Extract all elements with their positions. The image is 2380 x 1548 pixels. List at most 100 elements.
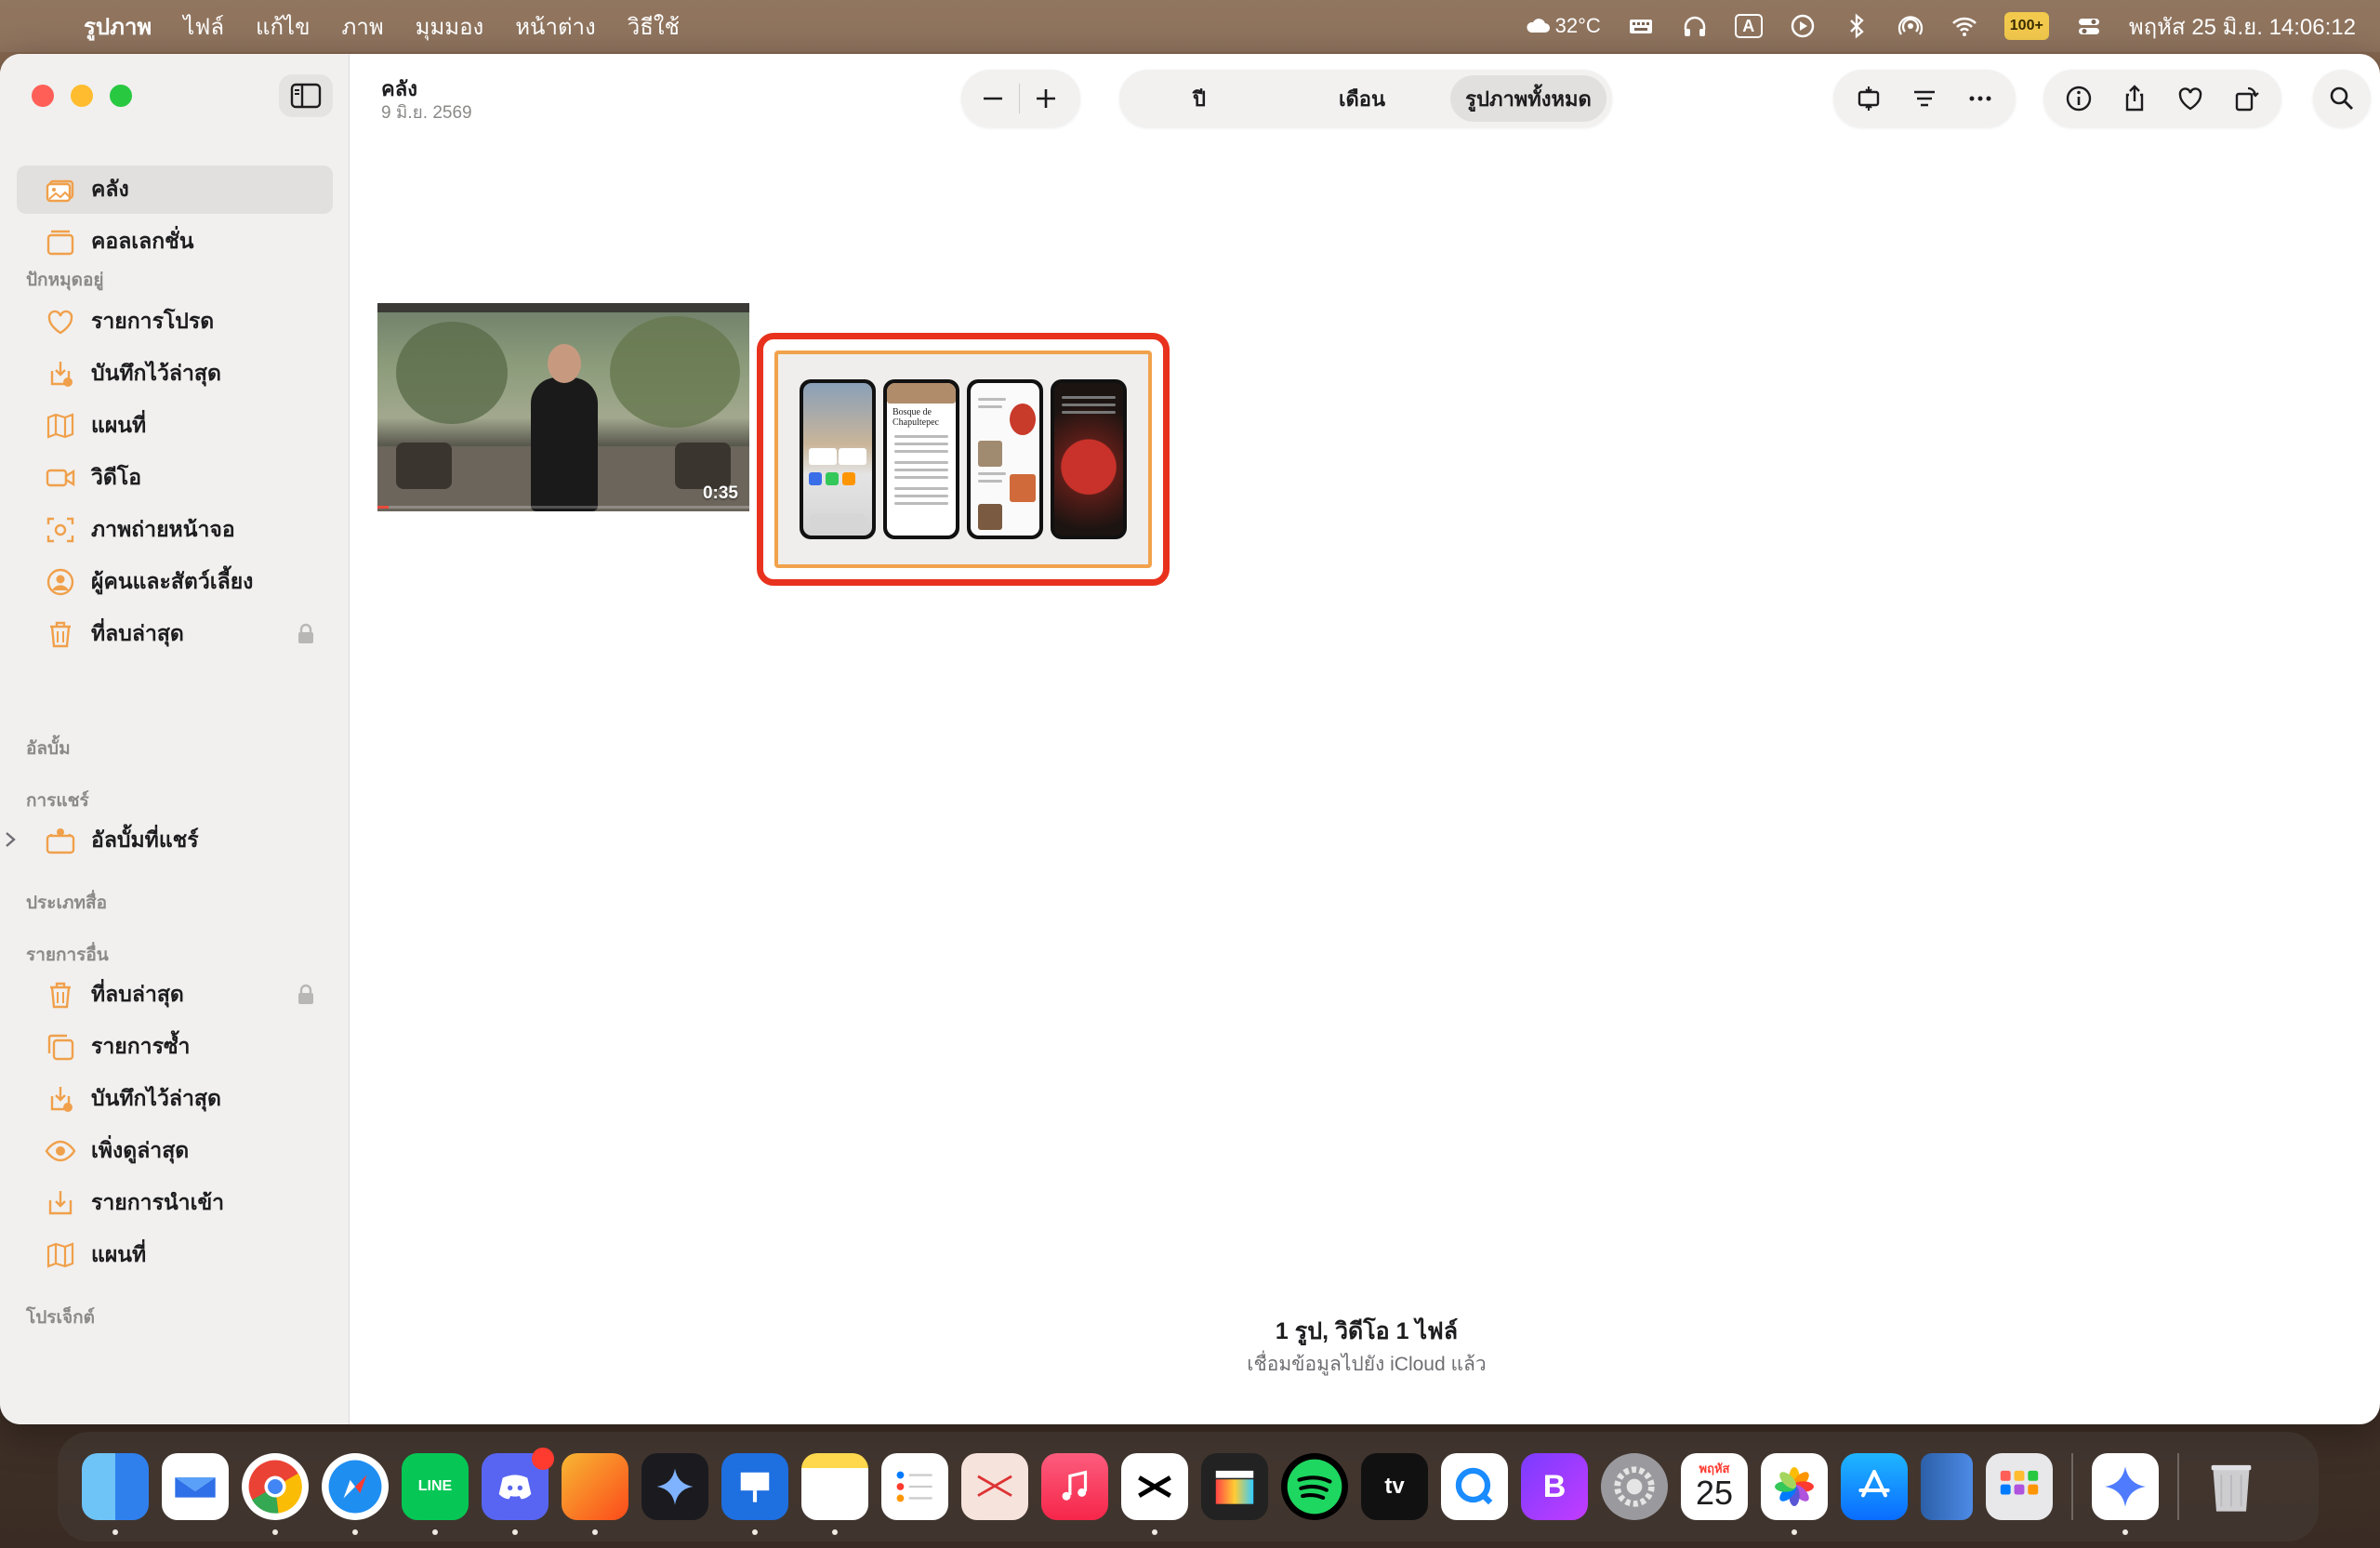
now-playing-icon[interactable]	[1789, 12, 1817, 40]
control-center-icon[interactable]	[2075, 12, 2103, 40]
info-button[interactable]	[2053, 73, 2105, 125]
menu-image[interactable]: ภาพ	[342, 8, 384, 45]
notification-badge	[532, 1448, 554, 1470]
pages-icon[interactable]	[562, 1453, 628, 1535]
mail-icon[interactable]	[162, 1453, 229, 1520]
section-header-other[interactable]: รายการอื่น	[26, 941, 109, 969]
zoom-in-button[interactable]	[1020, 73, 1072, 125]
keyboard-status-icon[interactable]	[1627, 12, 1655, 40]
zoom-button[interactable]	[110, 85, 132, 107]
capcut-icon[interactable]	[1121, 1453, 1188, 1535]
share-button[interactable]	[2109, 73, 2161, 125]
sidebar-item-label: รายการโปรด	[91, 309, 215, 333]
photos-icon[interactable]	[1761, 1453, 1828, 1535]
keynote-icon[interactable]	[721, 1453, 788, 1535]
menu-edit[interactable]: แก้ไข	[256, 8, 310, 45]
sidebar-item-favorites[interactable]: รายการโปรด	[17, 298, 333, 346]
chevron-right-icon[interactable]	[2, 829, 19, 850]
sidebar-item-recently-viewed[interactable]: เพิ่งดูล่าสุด	[17, 1127, 333, 1175]
sidebar-item-library[interactable]: คลัง	[17, 165, 333, 214]
sidebar-item-shared-albums[interactable]: อัลบั้มที่แชร์	[6, 816, 333, 865]
headphones-icon[interactable]	[1681, 12, 1709, 40]
safari-icon[interactable]	[322, 1453, 389, 1535]
view-segmented-control: ปี เดือน รูปภาพทั้งหมด	[1119, 70, 1612, 127]
search-icon	[2330, 86, 2353, 110]
section-header-albums[interactable]: อัลบั้ม	[26, 734, 71, 762]
recently-saved-icon	[45, 358, 76, 390]
section-header-media-types[interactable]: ประเภทสื่อ	[26, 889, 107, 917]
aspect-ratio-button[interactable]	[1843, 73, 1895, 125]
close-button[interactable]	[32, 85, 54, 107]
segment-years[interactable]: ปี	[1125, 75, 1274, 122]
battery-indicator[interactable]: 100+	[2003, 12, 2049, 40]
sidebar-item-map-2[interactable]: แผนที่	[17, 1231, 333, 1279]
sidebar-item-recently-saved[interactable]: บันทึกไว้ล่าสุด	[17, 350, 333, 398]
notes-icon[interactable]	[801, 1453, 868, 1535]
menu-view[interactable]: มุมมอง	[416, 8, 484, 45]
zoom-out-button[interactable]	[967, 73, 1019, 125]
music-icon[interactable]	[1041, 1453, 1108, 1520]
sidebar-item-map[interactable]: แผนที่	[17, 402, 333, 450]
ai-assistant-icon[interactable]	[2092, 1453, 2159, 1535]
sidebar-item-label: คอลเลกชั่น	[91, 229, 194, 253]
bluetooth-icon[interactable]	[1843, 12, 1871, 40]
filter-icon	[1914, 90, 1935, 107]
running-indicator	[1152, 1529, 1157, 1535]
rotate-button[interactable]	[2220, 73, 2272, 125]
lock-icon	[298, 623, 313, 643]
menu-clock[interactable]: พฤหัส 25 มิ.ย. 14:06:12	[2129, 8, 2356, 45]
sidebar-item-recently-deleted-2[interactable]: ที่ลบล่าสุด	[17, 971, 333, 1019]
segment-all-photos[interactable]: รูปภาพทั้งหมด	[1450, 75, 1606, 122]
bbedit-icon[interactable]: B	[1521, 1453, 1588, 1520]
sidebar-item-recently-deleted[interactable]: ที่ลบล่าสุด	[17, 610, 333, 658]
wadai-icon[interactable]	[961, 1453, 1028, 1520]
chrome-icon[interactable]	[242, 1453, 309, 1535]
sidebar-item-imports[interactable]: รายการนำเข้า	[17, 1179, 333, 1227]
final-cut-icon[interactable]	[1201, 1453, 1268, 1520]
more-button[interactable]	[1954, 73, 2006, 125]
sidebar-item-screenshots[interactable]: ภาพถ่ายหน้าจอ	[17, 506, 333, 554]
apple-tv-icon[interactable]: tv	[1361, 1453, 1428, 1520]
favorite-button[interactable]	[2164, 73, 2216, 125]
quick-icon[interactable]	[1441, 1453, 1508, 1520]
files-icon[interactable]	[1921, 1453, 1973, 1520]
menu-help[interactable]: วิธีใช้	[628, 8, 680, 45]
sidebar-item-collections[interactable]: คอลเลกชั่น	[17, 218, 333, 266]
sidebar-item-label: รายการนำเข้า	[91, 1190, 225, 1214]
airdrop-icon[interactable]	[1897, 12, 1924, 40]
sidebar-item-label: รายการซ้ำ	[91, 1034, 191, 1058]
search-button[interactable]	[2313, 70, 2371, 127]
sidebar-toggle-button[interactable]	[279, 74, 333, 117]
collections-icon	[45, 226, 76, 258]
input-source-indicator[interactable]: A	[1734, 14, 1763, 38]
app-store-icon[interactable]	[1841, 1453, 1908, 1520]
minimize-button[interactable]	[71, 85, 93, 107]
section-header-pinned[interactable]: ปักหมุดอยู่	[26, 266, 104, 294]
menu-file[interactable]: ไฟล์	[183, 8, 224, 45]
system-settings-icon[interactable]	[1601, 1453, 1668, 1520]
sidebar-item-videos[interactable]: วิดีโอ	[17, 454, 333, 502]
discord-icon[interactable]	[482, 1448, 554, 1535]
trash-icon[interactable]	[2198, 1453, 2265, 1520]
menu-window[interactable]: หน้าต่าง	[515, 8, 595, 45]
sidebar-item-duplicates[interactable]: รายการซ้ำ	[17, 1023, 333, 1071]
gemini-icon[interactable]	[641, 1453, 708, 1520]
weather-status[interactable]: 32°C	[1524, 12, 1601, 40]
sidebar-item-recently-saved-2[interactable]: บันทึกไว้ล่าสุด	[17, 1075, 333, 1123]
menu-app-name[interactable]: รูปภาพ	[84, 8, 152, 45]
sidebar-item-people-pets[interactable]: ผู้คนและสัตว์เลี้ยง	[17, 558, 333, 606]
calendar-icon[interactable]: พฤหัส 25	[1681, 1453, 1748, 1520]
spotify-icon[interactable]	[1281, 1453, 1348, 1520]
wifi-icon[interactable]	[1950, 12, 1978, 40]
selected-photo-thumbnail[interactable]: Bosque de Chapultepec	[757, 333, 1170, 586]
launchpad-icon[interactable]	[1986, 1453, 2053, 1520]
reminders-icon[interactable]	[881, 1453, 948, 1520]
sidebar-item-label: อัลบั้มที่แชร์	[91, 827, 199, 852]
finder-icon[interactable]	[82, 1453, 149, 1535]
section-header-sharing[interactable]: การแชร์	[26, 787, 89, 814]
filter-button[interactable]	[1898, 73, 1950, 125]
section-header-projects[interactable]: โปรเจ็กต์	[26, 1303, 95, 1331]
video-thumbnail[interactable]: 0:35	[377, 303, 749, 511]
segment-months[interactable]: เดือน	[1288, 75, 1436, 122]
line-icon[interactable]: LINE	[402, 1453, 469, 1535]
